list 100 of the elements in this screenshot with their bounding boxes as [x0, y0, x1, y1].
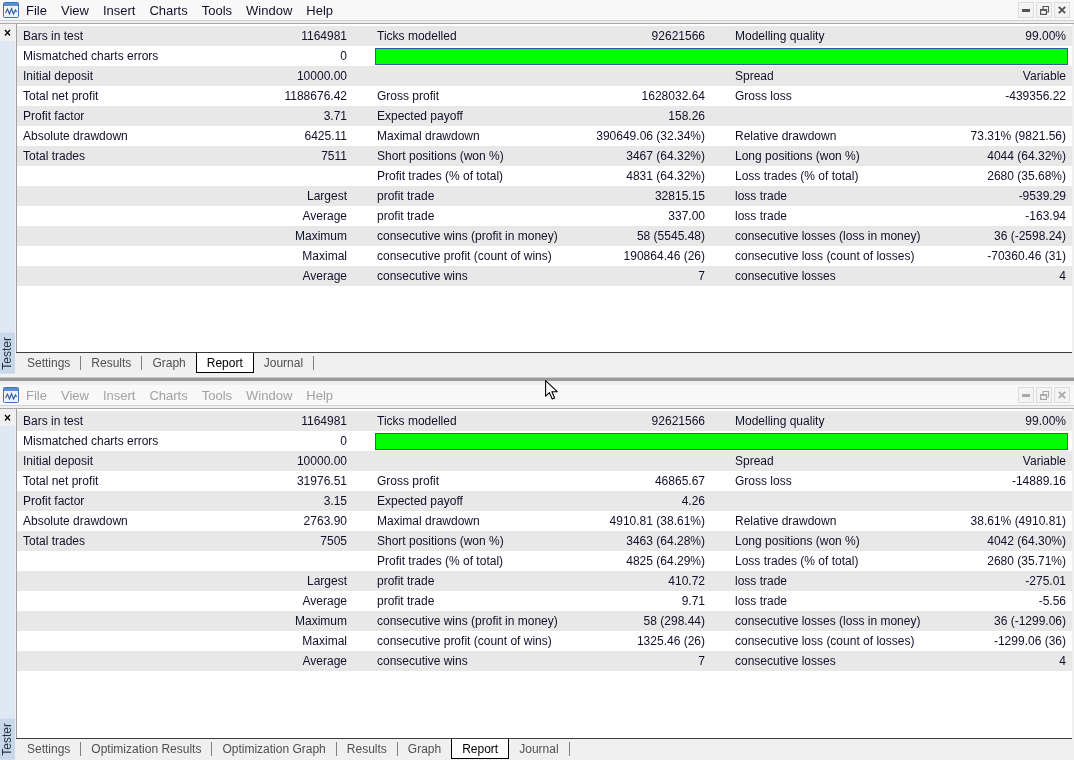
stat-label: Profit trades (% of total): [377, 169, 504, 183]
stat-label: profit trade: [377, 574, 435, 588]
tab[interactable]: Settings: [17, 739, 81, 759]
stat-value: 3467 (64.32%): [626, 149, 705, 163]
stat-label: consecutive wins (profit in money): [377, 614, 558, 628]
tab[interactable]: Journal: [509, 739, 569, 759]
stat-label: consecutive loss (count of losses): [735, 634, 915, 648]
tab[interactable]: Graph: [397, 739, 452, 759]
stat-value: 4042 (64.30%): [987, 534, 1066, 548]
stat-label: Gross loss: [735, 474, 792, 488]
stat-label: Spread: [735, 69, 774, 83]
stat-value: 6425.11: [304, 129, 347, 143]
stat-value: 337.00: [668, 209, 705, 223]
stat-label: Maximum: [295, 229, 347, 243]
stat-label: Bars in test: [23, 414, 84, 428]
stat-label: Total net profit: [23, 474, 99, 488]
stat-label: Loss trades (% of total): [735, 554, 859, 568]
stat-label: Maximal drawdown: [377, 514, 480, 528]
stat-label: Initial deposit: [23, 69, 94, 83]
close-icon: [1058, 391, 1066, 399]
tab[interactable]: Results: [81, 353, 142, 373]
minimize-icon: [1022, 393, 1030, 397]
stat-label: Relative drawdown: [735, 514, 837, 528]
menu-item[interactable]: View: [53, 0, 96, 20]
stat-value: 36 (-2598.24): [993, 229, 1066, 243]
tab[interactable]: Journal: [253, 353, 314, 373]
menu-item[interactable]: Tools: [194, 0, 240, 20]
stat-label: Total net profit: [23, 89, 99, 103]
tab[interactable]: Optimization Results: [81, 739, 212, 759]
stat-label: Ticks modelled: [377, 414, 457, 428]
stat-value: Variable: [1022, 69, 1066, 83]
stat-label: profit trade: [377, 209, 435, 223]
stat-value: 99.00%: [1025, 414, 1066, 428]
stat-value: 4825 (64.29%): [626, 554, 705, 568]
stat-label: loss trade: [735, 594, 788, 608]
stat-value: 31976.51: [296, 474, 347, 488]
stat-value: 58 (5545.48): [636, 229, 705, 243]
stat-label: Maximum: [295, 614, 347, 628]
close-button[interactable]: [1054, 2, 1070, 18]
menu-item[interactable]: Insert: [95, 0, 143, 20]
stat-value: 58 (298.44): [643, 614, 705, 628]
tab[interactable]: Results: [336, 739, 397, 759]
stat-value: 1164981: [301, 29, 347, 43]
stat-value: 10000.00: [296, 69, 347, 83]
stat-label: Absolute drawdown: [23, 129, 128, 143]
menu-item[interactable]: File: [19, 0, 54, 20]
stat-label: Maximal drawdown: [377, 129, 480, 143]
restore-icon: [1039, 5, 1049, 15]
stat-label: Profit factor: [23, 109, 85, 123]
stat-label: Ticks modelled: [377, 29, 457, 43]
stat-label: Relative drawdown: [735, 129, 837, 143]
stat-value: -5.56: [1038, 594, 1066, 608]
stat-value: 7505: [320, 534, 347, 548]
stat-value: 1628032.64: [641, 89, 705, 103]
menu-item[interactable]: Charts: [142, 0, 195, 20]
stat-label: consecutive wins: [377, 654, 468, 668]
stat-value: 3463 (64.28%): [626, 534, 705, 548]
stat-value: 410.72: [668, 574, 705, 588]
stat-value: 10000.00: [296, 454, 347, 468]
stat-value: -163.94: [1025, 209, 1066, 223]
stat-value: 0: [340, 49, 347, 63]
stat-label: Bars in test: [23, 29, 84, 43]
menu-item[interactable]: Window: [239, 0, 300, 20]
stat-label: Largest: [306, 189, 347, 203]
stat-label: loss trade: [735, 209, 788, 223]
stat-value: 4: [1059, 269, 1066, 283]
stat-label: consecutive profit (count of wins): [377, 634, 552, 648]
stat-value: 92621566: [651, 29, 705, 43]
tab[interactable]: Report: [451, 739, 510, 759]
stat-label: consecutive profit (count of wins): [377, 249, 552, 263]
stat-value: 4: [1059, 654, 1066, 668]
stat-value: -70360.46 (31): [987, 249, 1066, 263]
stat-label: Gross profit: [377, 474, 439, 488]
stat-value: 99.00%: [1025, 29, 1066, 43]
stat-label: Average: [302, 594, 347, 608]
stat-label: Gross loss: [735, 89, 792, 103]
tab[interactable]: Optimization Graph: [212, 739, 336, 759]
stat-value: 92621566: [651, 414, 705, 428]
stat-value: 36 (-1299.06): [993, 614, 1066, 628]
minimize-button[interactable]: [1018, 2, 1034, 18]
stat-label: consecutive wins (profit in money): [377, 229, 558, 243]
stat-label: Loss trades (% of total): [735, 169, 859, 183]
close-button[interactable]: ×: [0, 25, 15, 41]
stat-value: 38.61% (4910.81): [970, 514, 1066, 528]
menu-item[interactable]: Help: [299, 0, 341, 20]
stat-value: 1325.46 (26): [636, 634, 705, 648]
stat-value: 7: [698, 654, 705, 668]
stat-value: 7511: [321, 149, 347, 163]
stat-label: consecutive losses (loss in money): [735, 614, 921, 628]
stat-value: 190864.46 (26): [623, 249, 705, 263]
stat-value: 2763.90: [303, 514, 347, 528]
stat-value: -275.01: [1025, 574, 1066, 588]
restore-button[interactable]: [1036, 2, 1052, 18]
stat-label: Largest: [306, 574, 347, 588]
tab[interactable]: Report: [195, 353, 254, 373]
minimize-icon: [1022, 8, 1030, 12]
stat-label: consecutive losses: [735, 654, 836, 668]
tab[interactable]: Graph: [142, 353, 196, 373]
close-button[interactable]: ×: [0, 410, 15, 426]
tab[interactable]: Settings: [17, 353, 81, 373]
